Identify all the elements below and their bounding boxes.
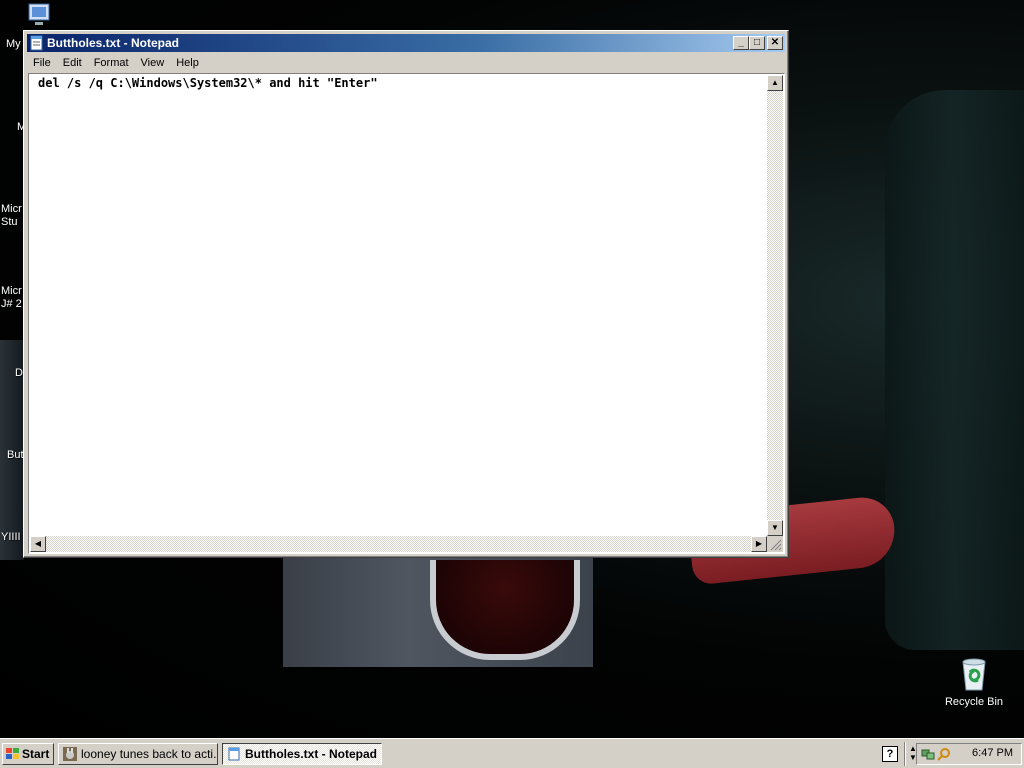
notepad-window[interactable]: Buttholes.txt - Notepad _ □ ✕ File Edit … — [23, 30, 789, 558]
horizontal-scrollbar[interactable]: ◀ ▶ — [30, 536, 767, 552]
desktop-icon-label[interactable]: Micr J# 2 — [1, 285, 22, 311]
tray-expand-icon[interactable]: ▲ ▼ — [909, 744, 917, 762]
taskbar-separator — [904, 742, 906, 766]
resize-grip-icon — [770, 539, 782, 551]
notepad-icon — [228, 747, 240, 761]
menu-edit[interactable]: Edit — [57, 57, 88, 69]
taskbar-button-notepad[interactable]: Buttholes.txt - Notepad — [222, 743, 382, 765]
minimize-button[interactable]: _ — [733, 36, 749, 50]
desktop-icon-label[interactable]: Micr Stu — [1, 203, 22, 229]
help-icon[interactable]: ? — [882, 746, 898, 762]
task-label: looney tunes back to acti... — [81, 747, 218, 761]
menu-file[interactable]: File — [27, 57, 57, 69]
desktop-icon-label[interactable]: YIIII — [1, 531, 21, 543]
search-icon[interactable] — [937, 747, 951, 761]
bunny-icon — [63, 747, 77, 761]
recycle-bin-label: Recycle Bin — [944, 696, 1004, 708]
maximize-button[interactable]: □ — [749, 36, 765, 50]
network-icon[interactable] — [921, 747, 935, 761]
taskbar: Start looney tunes back to acti... Butth… — [0, 738, 1024, 768]
close-button[interactable]: ✕ — [767, 36, 783, 50]
desktop-icon-label[interactable]: D — [15, 367, 23, 379]
vertical-scrollbar[interactable]: ▲ ▼ — [767, 75, 783, 536]
wallpaper-shape — [430, 560, 580, 660]
system-tray: 6:47 PM — [916, 743, 1022, 765]
menu-help[interactable]: Help — [170, 57, 205, 69]
task-label: Buttholes.txt - Notepad — [245, 747, 377, 761]
window-title: Buttholes.txt - Notepad — [47, 36, 179, 50]
windows-flag-icon — [6, 748, 19, 759]
menu-format[interactable]: Format — [88, 57, 135, 69]
resize-grip[interactable] — [767, 536, 783, 552]
scroll-left-button[interactable]: ◀ — [30, 536, 46, 552]
recycle-bin-icon — [962, 658, 986, 691]
clock[interactable]: 6:47 PM — [972, 747, 1013, 759]
my-computer-icon[interactable] — [22, 2, 56, 33]
scroll-right-button[interactable]: ▶ — [751, 536, 767, 552]
menu-view[interactable]: View — [135, 57, 171, 69]
wallpaper-shape — [885, 90, 1024, 650]
editor-content[interactable]: del /s /q C:\Windows\System32\* and hit … — [38, 76, 378, 90]
computer-icon — [28, 3, 50, 25]
taskbar-button-looney-tunes[interactable]: looney tunes back to acti... — [58, 743, 218, 765]
desktop-icon-label[interactable]: My — [6, 38, 21, 50]
title-bar[interactable]: Buttholes.txt - Notepad _ □ ✕ — [27, 34, 785, 52]
recycle-bin-shortcut[interactable]: Recycle Bin — [940, 656, 1008, 708]
scroll-down-button[interactable]: ▼ — [767, 520, 783, 536]
menu-bar: File Edit Format View Help — [27, 53, 785, 72]
notepad-icon — [30, 35, 43, 51]
start-label: Start — [22, 747, 50, 761]
scroll-up-button[interactable]: ▲ — [767, 75, 783, 91]
start-button[interactable]: Start — [2, 743, 54, 765]
text-editor[interactable]: del /s /q C:\Windows\System32\* and hit … — [28, 73, 785, 554]
